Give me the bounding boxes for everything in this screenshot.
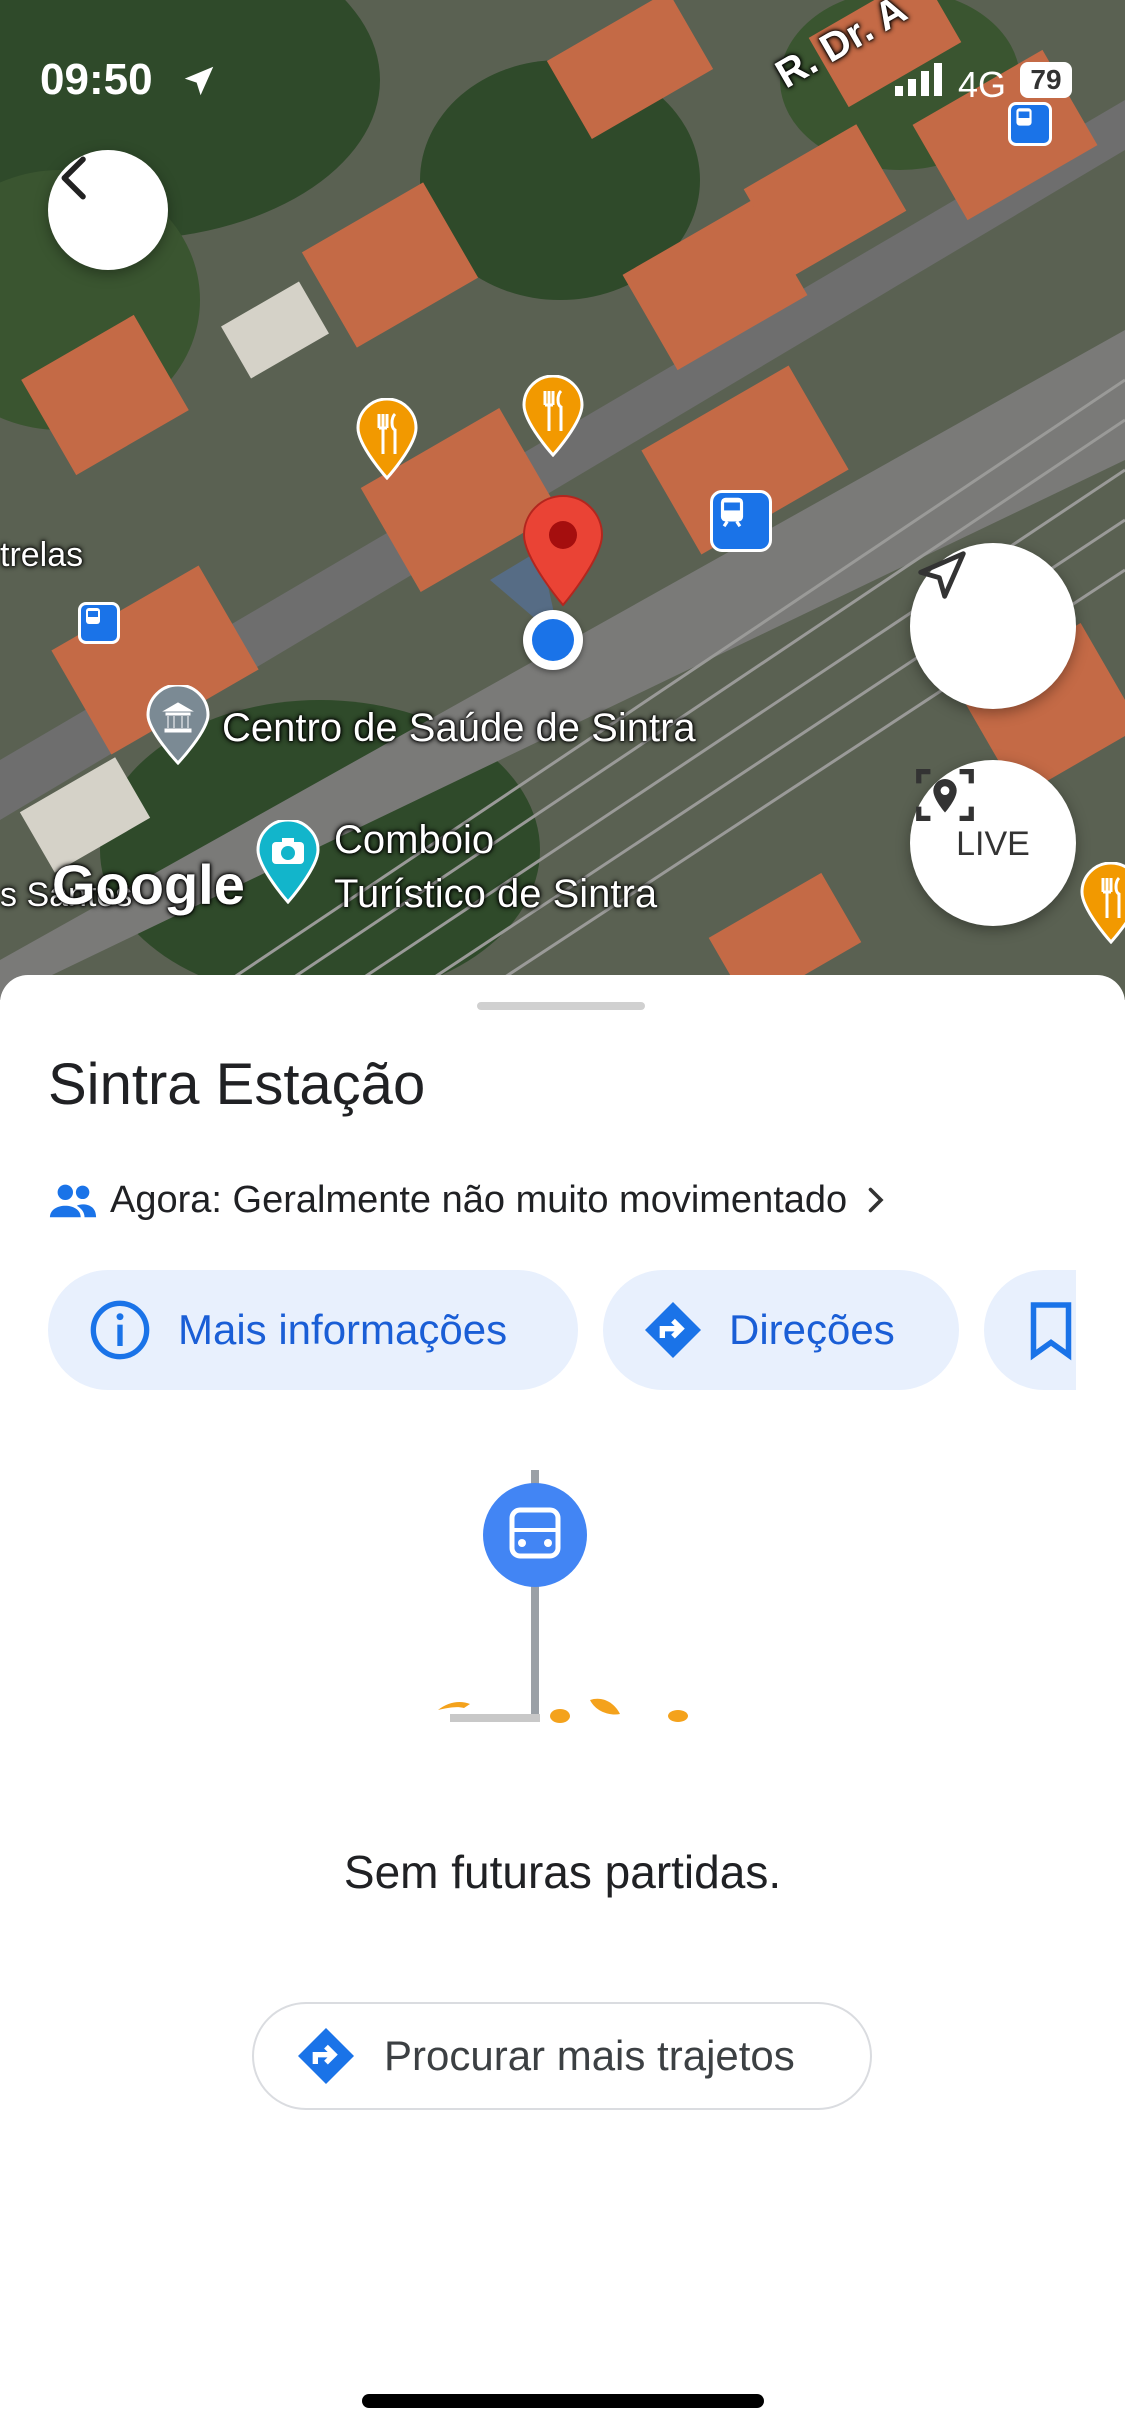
no-departures-message: Sem futuras partidas. (343, 1846, 782, 1898)
battery-icon: 79 (1020, 62, 1072, 98)
signal-icon (895, 63, 942, 96)
more-info-chip[interactable]: Mais informações (48, 1270, 578, 1390)
status-time: 09:50 (40, 55, 153, 104)
current-location-dot (523, 610, 583, 670)
restaurant-pin-icon[interactable] (356, 398, 418, 480)
chevron-left-icon (61, 156, 86, 200)
restaurant-pin-icon[interactable] (1080, 862, 1125, 944)
home-indicator[interactable] (362, 2394, 764, 2408)
busyness-text: Agora: Geralmente não muito movimentado (110, 1178, 848, 1221)
museum-pin-icon[interactable] (146, 685, 210, 765)
network-type: 4G (958, 64, 1007, 105)
live-view-icon (916, 769, 974, 821)
train-station-icon[interactable] (710, 490, 772, 552)
busyness-row[interactable]: Agora: Geralmente não muito movimentado (48, 1175, 893, 1225)
directions-icon (298, 2028, 354, 2084)
drag-handle[interactable] (477, 1002, 645, 1010)
google-watermark: Google (52, 853, 245, 916)
place-bottom-sheet[interactable]: Sintra Estação Agora: Geralmente não mui… (0, 975, 1125, 2436)
camera-pin-icon[interactable] (256, 820, 320, 904)
location-arrow-icon (184, 66, 214, 96)
navigate-button[interactable] (910, 543, 1076, 709)
back-button[interactable] (48, 150, 168, 270)
bookmark-icon (1030, 1302, 1072, 1361)
place-label-tourist-train-1[interactable]: Comboio (334, 818, 494, 863)
restaurant-pin-icon[interactable] (522, 375, 584, 457)
people-icon (49, 1184, 97, 1218)
directions-chip[interactable]: Direções (603, 1270, 959, 1390)
live-label: LIVE (956, 824, 1030, 863)
search-more-routes-label: Procurar mais trajetos (384, 2032, 795, 2079)
selected-place-pin-icon[interactable] (521, 495, 605, 607)
search-more-routes-button[interactable]: Procurar mais trajetos (252, 2002, 872, 2110)
bus-stop-icon[interactable] (1008, 102, 1052, 146)
navigation-arrow-icon (918, 551, 966, 599)
directions-icon (645, 1302, 701, 1358)
place-label-health-center[interactable]: Centro de Saúde de Sintra (222, 706, 696, 751)
bus-stop-icon[interactable] (78, 602, 120, 644)
map-view[interactable]: 09:50 4G 79 R. Dr. A Centro de Saúde de … (0, 0, 1125, 1000)
place-label-estrelas: trelas (0, 536, 84, 574)
directions-label: Direções (729, 1306, 895, 1353)
live-view-button[interactable]: LIVE (910, 760, 1076, 926)
bus-stop-illustration (438, 1470, 688, 1723)
info-icon (90, 1300, 150, 1360)
more-info-label: Mais informações (178, 1306, 508, 1353)
save-chip[interactable] (984, 1270, 1076, 1390)
place-label-tourist-train-2[interactable]: Turístico de Sintra (334, 872, 657, 917)
place-title: Sintra Estação (48, 1052, 426, 1117)
chevron-right-icon (868, 1187, 884, 1213)
